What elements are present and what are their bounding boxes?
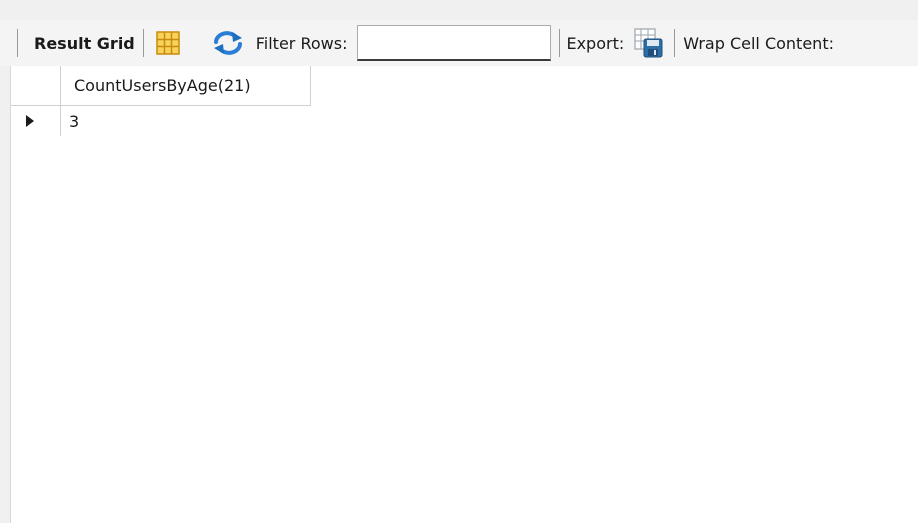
table-row[interactable]: 3 bbox=[11, 106, 918, 136]
toolbar-separator bbox=[559, 29, 561, 57]
row-marker[interactable] bbox=[11, 106, 61, 136]
table-cell[interactable]: 3 bbox=[61, 106, 79, 136]
refresh-icon[interactable] bbox=[212, 30, 244, 56]
toolbar-separator bbox=[17, 29, 18, 57]
grid-header-row: CountUsersByAge(21) bbox=[11, 66, 918, 106]
result-grid-tab[interactable]: Result Grid bbox=[34, 34, 135, 53]
filter-rows-label: Filter Rows: bbox=[255, 33, 348, 53]
result-toolbar: Result Grid Filter Rows: Export: Wrap Ce… bbox=[0, 20, 918, 66]
row-pointer-icon bbox=[25, 112, 35, 131]
column-header[interactable]: CountUsersByAge(21) bbox=[61, 66, 311, 106]
toolbar-separator bbox=[142, 29, 144, 57]
result-grid-panel: Result Grid Filter Rows: Export: Wrap Ce… bbox=[0, 0, 918, 523]
filter-rows-input[interactable] bbox=[357, 25, 552, 61]
toolbar-separator bbox=[674, 29, 676, 57]
wrap-cell-content-toggle[interactable]: Wrap Cell Content: bbox=[683, 34, 834, 53]
result-grid: CountUsersByAge(21) 3 bbox=[10, 66, 918, 523]
export-label: Export: bbox=[566, 33, 625, 53]
export-table-icon[interactable] bbox=[634, 28, 664, 58]
grid-layout-icon[interactable] bbox=[156, 31, 180, 55]
grid-corner-cell[interactable] bbox=[11, 66, 61, 106]
